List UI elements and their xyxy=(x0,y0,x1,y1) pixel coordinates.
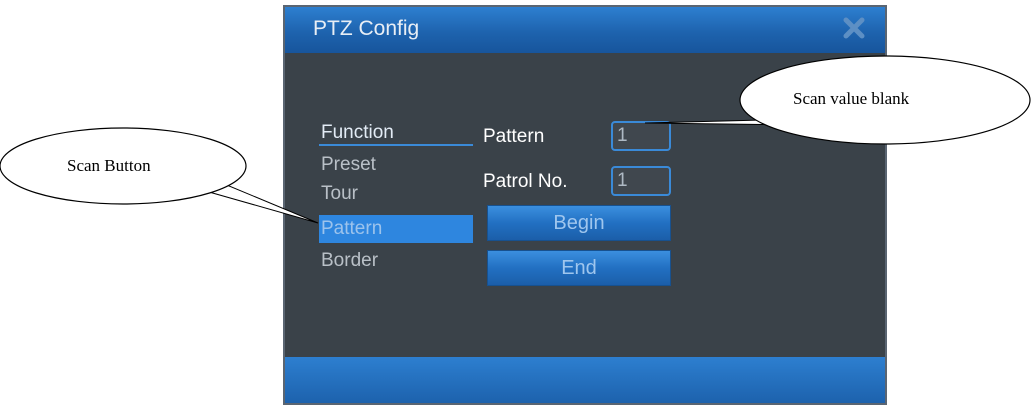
scan-button-callout-text: Scan Button xyxy=(67,156,151,175)
scan-value-callout-text: Scan value blank xyxy=(793,89,910,108)
callout-overlay xyxy=(0,55,1031,224)
